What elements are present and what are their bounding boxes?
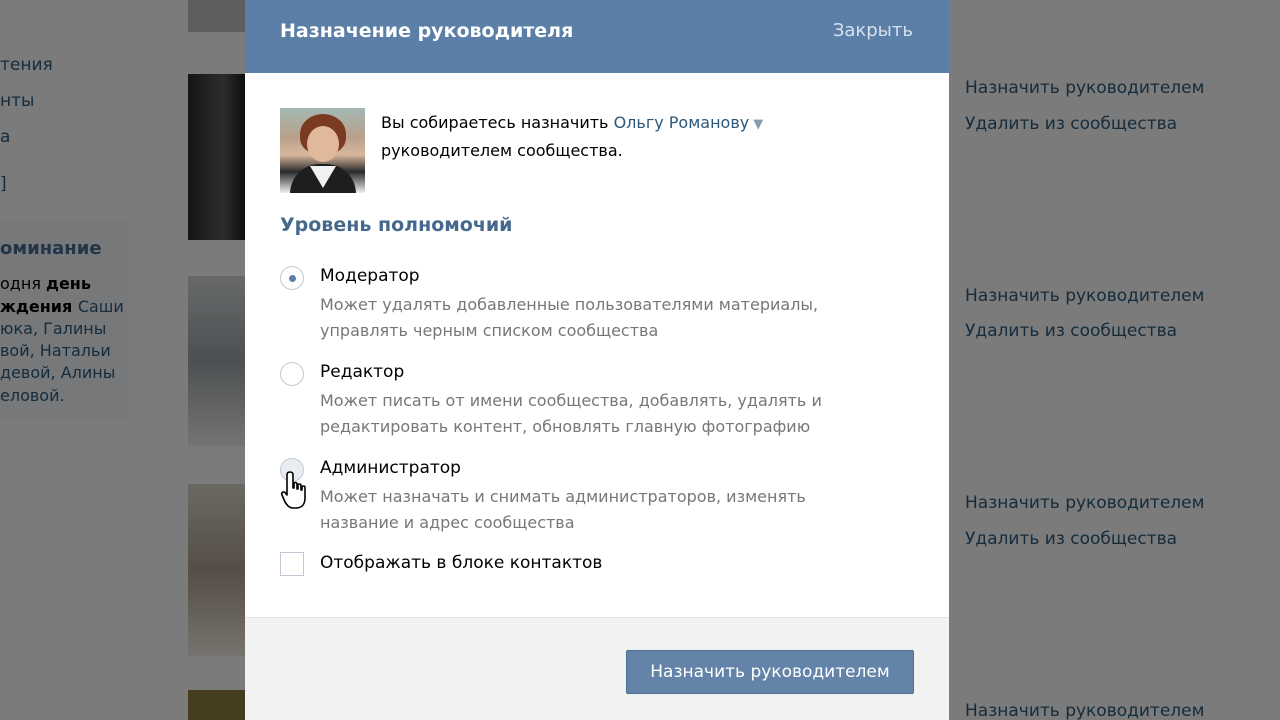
dialog-title: Назначение руководителя — [280, 20, 574, 42]
intro-prefix: Вы собираетесь назначить — [381, 113, 614, 132]
radio-editor[interactable] — [280, 362, 304, 386]
role-name[interactable]: Администратор — [320, 458, 461, 478]
role-description: Может удалять добавленные пользователями… — [320, 295, 819, 340]
role-option-moderator[interactable]: Модератор Может удалять добавленные поль… — [280, 264, 920, 340]
user-name-link[interactable]: Ольгу Романову — [614, 113, 750, 132]
dialog-header: Назначение руководителя Закрыть — [245, 0, 949, 73]
close-button[interactable]: Закрыть — [833, 20, 913, 41]
role-name[interactable]: Модератор — [320, 266, 420, 286]
role-description: Может писать от имени сообщества, добавл… — [320, 391, 822, 436]
assign-manager-dialog: Назначение руководителя Закрыть Вы собир… — [245, 0, 949, 720]
dialog-intro-text: Вы собираетесь назначить Ольгу Романову ▼… — [381, 110, 901, 164]
intro-suffix: руководителем сообщества. — [381, 141, 623, 160]
triangle-down-icon[interactable]: ▼ — [753, 117, 763, 132]
role-name[interactable]: Редактор — [320, 362, 404, 382]
role-option-administrator[interactable]: Администратор Может назначать и снимать … — [280, 456, 920, 532]
radio-moderator[interactable] — [280, 266, 304, 290]
role-option-editor[interactable]: Редактор Может писать от имени сообществ… — [280, 360, 920, 436]
user-avatar[interactable] — [280, 108, 365, 193]
assign-manager-button[interactable]: Назначить руководителем — [626, 650, 914, 694]
hand-pointer-icon — [280, 471, 306, 509]
permission-level-title: Уровень полномочий — [280, 214, 513, 236]
role-description: Может назначать и снимать администраторо… — [320, 487, 806, 532]
show-in-contacts-option[interactable]: Отображать в блоке контактов — [280, 550, 680, 580]
show-in-contacts-checkbox[interactable] — [280, 552, 304, 576]
show-in-contacts-label[interactable]: Отображать в блоке контактов — [320, 553, 602, 573]
dialog-footer: Назначить руководителем — [245, 617, 949, 720]
